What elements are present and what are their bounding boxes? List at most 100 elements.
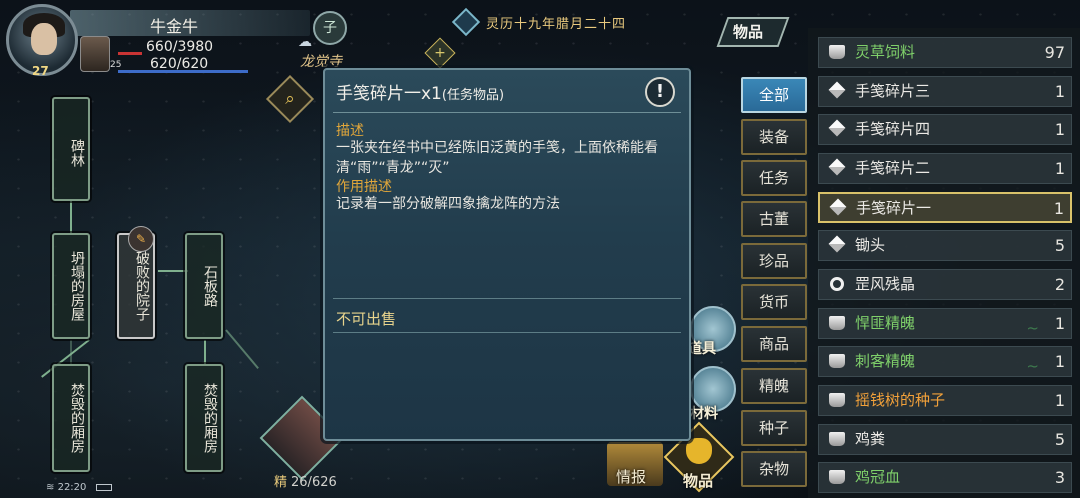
inventory-item[interactable]: 鸡冠血 3 bbox=[818, 462, 1072, 493]
map-node-burnt-wing-1[interactable]: 焚毁的厢房 bbox=[52, 364, 90, 472]
wifi-icon: ≋ bbox=[46, 482, 55, 493]
item-name: 手笺碎片二 bbox=[855, 159, 931, 177]
inventory-item[interactable]: 罡风残晶 2 bbox=[818, 269, 1072, 300]
tab-category[interactable]: 杂物 bbox=[741, 451, 807, 487]
item-detail-popup: 手笺碎片一x1(任务物品) ! 描述 一张夹在经书中已经陈旧泛黄的手笺，上面依稀… bbox=[323, 68, 691, 441]
item-name: 手笺碎片四 bbox=[855, 120, 931, 138]
item-count: 5 bbox=[1054, 430, 1065, 449]
divider bbox=[333, 298, 681, 299]
paper-icon bbox=[828, 158, 846, 176]
item-title: 手笺碎片一x1(任务物品) bbox=[336, 79, 504, 104]
item-type: (任务物品) bbox=[441, 88, 505, 103]
magnifier-icon: ⌕ bbox=[285, 89, 295, 109]
tab-category[interactable]: 全部 bbox=[741, 77, 807, 113]
item-name: 手笺碎片一 bbox=[856, 199, 932, 217]
player-name: 牛金牛 bbox=[150, 17, 199, 36]
hp-bar bbox=[118, 52, 142, 55]
item-count: 1 bbox=[1054, 314, 1065, 333]
mp-value: 620/620 bbox=[150, 56, 209, 72]
inventory-item[interactable]: 手笺碎片三 1 bbox=[818, 76, 1072, 107]
inventory-item[interactable]: 刺客精魄 ~1 bbox=[818, 346, 1072, 377]
item-count: 1 bbox=[1053, 199, 1064, 218]
info-icon[interactable]: ! bbox=[645, 77, 675, 107]
game-date: 灵历十九年腊月二十四 bbox=[486, 17, 627, 32]
item-count: 1 bbox=[1054, 82, 1065, 101]
energy-label: 精 bbox=[274, 475, 288, 490]
item-count: 1 bbox=[1054, 352, 1065, 371]
map-node-label: 石板路 bbox=[202, 265, 218, 307]
tab-category[interactable]: 任务 bbox=[741, 160, 807, 196]
pet-avatar[interactable] bbox=[80, 36, 110, 72]
items-menu-label: 物品 bbox=[683, 472, 714, 490]
item-count: 2 bbox=[1054, 275, 1065, 294]
player-marker-icon: ✎ bbox=[128, 226, 154, 252]
item-name: 摇钱树的种子 bbox=[855, 391, 946, 409]
inventory-item[interactable]: 锄头 5 bbox=[818, 230, 1072, 261]
item-name: 锄头 bbox=[855, 236, 886, 254]
paper-icon bbox=[828, 119, 846, 137]
inventory-title: 物品 bbox=[733, 23, 764, 41]
item-count: 1 bbox=[1054, 120, 1065, 139]
tab-category[interactable]: 精魄 bbox=[741, 368, 807, 404]
sell-restriction: 不可出售 bbox=[336, 310, 397, 328]
ingot-icon bbox=[829, 316, 845, 330]
tab-category[interactable]: 商品 bbox=[741, 326, 807, 362]
clock-time: 22:20 bbox=[57, 482, 87, 493]
intel-label: 情报 bbox=[616, 468, 647, 486]
map-node-beilin[interactable]: 碑林 bbox=[52, 97, 90, 201]
inventory-item[interactable]: 悍匪精魄 ~1 bbox=[818, 308, 1072, 339]
effect-heading: 作用描述 bbox=[336, 179, 392, 195]
paper-icon bbox=[828, 235, 846, 253]
paper-icon bbox=[829, 198, 847, 216]
item-name: 罡风残晶 bbox=[855, 275, 916, 293]
item-name: 灵草饲料 bbox=[855, 43, 916, 61]
tab-category[interactable]: 古董 bbox=[741, 201, 807, 237]
aura-decoration-icon: ~ bbox=[1026, 319, 1039, 337]
effect-text: 记录着一部分破解四象擒龙阵的方法 bbox=[336, 196, 560, 212]
map-node-label: 焚毁的厢房 bbox=[69, 383, 85, 453]
inventory-item[interactable]: 手笺碎片二 1 bbox=[818, 153, 1072, 184]
description-heading: 描述 bbox=[336, 123, 364, 139]
paper-icon bbox=[828, 81, 846, 99]
item-count: 5 bbox=[1054, 236, 1065, 255]
props-label: 道具 bbox=[688, 341, 716, 357]
map-node-label: 破败的院子 bbox=[134, 251, 150, 321]
divider bbox=[333, 112, 681, 113]
ingot-icon bbox=[829, 354, 845, 368]
tab-category[interactable]: 装备 bbox=[741, 119, 807, 155]
map-node-collapsed-house[interactable]: 坍塌的房屋 bbox=[52, 233, 90, 339]
battery-icon bbox=[95, 483, 112, 491]
inventory-item[interactable]: 鸡粪 5 bbox=[818, 424, 1072, 455]
inventory-item[interactable]: 灵草饲料 97 bbox=[818, 37, 1072, 68]
time-period-button[interactable]: 子 bbox=[313, 11, 347, 45]
item-name: 鸡粪 bbox=[855, 430, 886, 448]
item-name: 手笺碎片一x1 bbox=[336, 84, 442, 104]
ingot-icon bbox=[829, 45, 845, 59]
inventory-item[interactable]: 摇钱树的种子 1 bbox=[818, 385, 1072, 416]
energy-readout: 精 26/626 bbox=[274, 471, 337, 490]
ring-icon bbox=[830, 277, 844, 291]
cloud-icon: ☁ bbox=[298, 34, 312, 50]
ingot-icon bbox=[829, 470, 845, 484]
tab-category[interactable]: 种子 bbox=[741, 410, 807, 446]
tab-category[interactable]: 珍品 bbox=[741, 243, 807, 279]
item-count: 3 bbox=[1054, 468, 1065, 487]
map-path bbox=[204, 340, 206, 364]
divider bbox=[333, 332, 681, 333]
item-count: 1 bbox=[1054, 391, 1065, 410]
map-node-label: 坍塌的房屋 bbox=[69, 251, 85, 321]
player-level: 27 bbox=[32, 64, 49, 78]
description-text: 一张夹在经书中已经陈旧泛黄的手笺，上面依稀能看清“雨”“青龙”“灭” bbox=[336, 140, 658, 176]
energy-value: 26/626 bbox=[291, 475, 337, 490]
item-count: 97 bbox=[1044, 43, 1065, 62]
inventory-item[interactable]: 手笺碎片一 1 bbox=[818, 192, 1072, 223]
aura-decoration-icon: ~ bbox=[1026, 357, 1039, 375]
hp-value: 660/3980 bbox=[146, 39, 214, 55]
map-node-label: 焚毁的厢房 bbox=[202, 383, 218, 453]
item-count: 1 bbox=[1054, 159, 1065, 178]
map-node-stone-path[interactable]: 石板路 bbox=[185, 233, 223, 339]
tab-category[interactable]: 货币 bbox=[741, 284, 807, 320]
map-path bbox=[158, 270, 188, 272]
map-node-burnt-wing-2[interactable]: 焚毁的厢房 bbox=[185, 364, 223, 472]
inventory-item[interactable]: 手笺碎片四 1 bbox=[818, 114, 1072, 145]
